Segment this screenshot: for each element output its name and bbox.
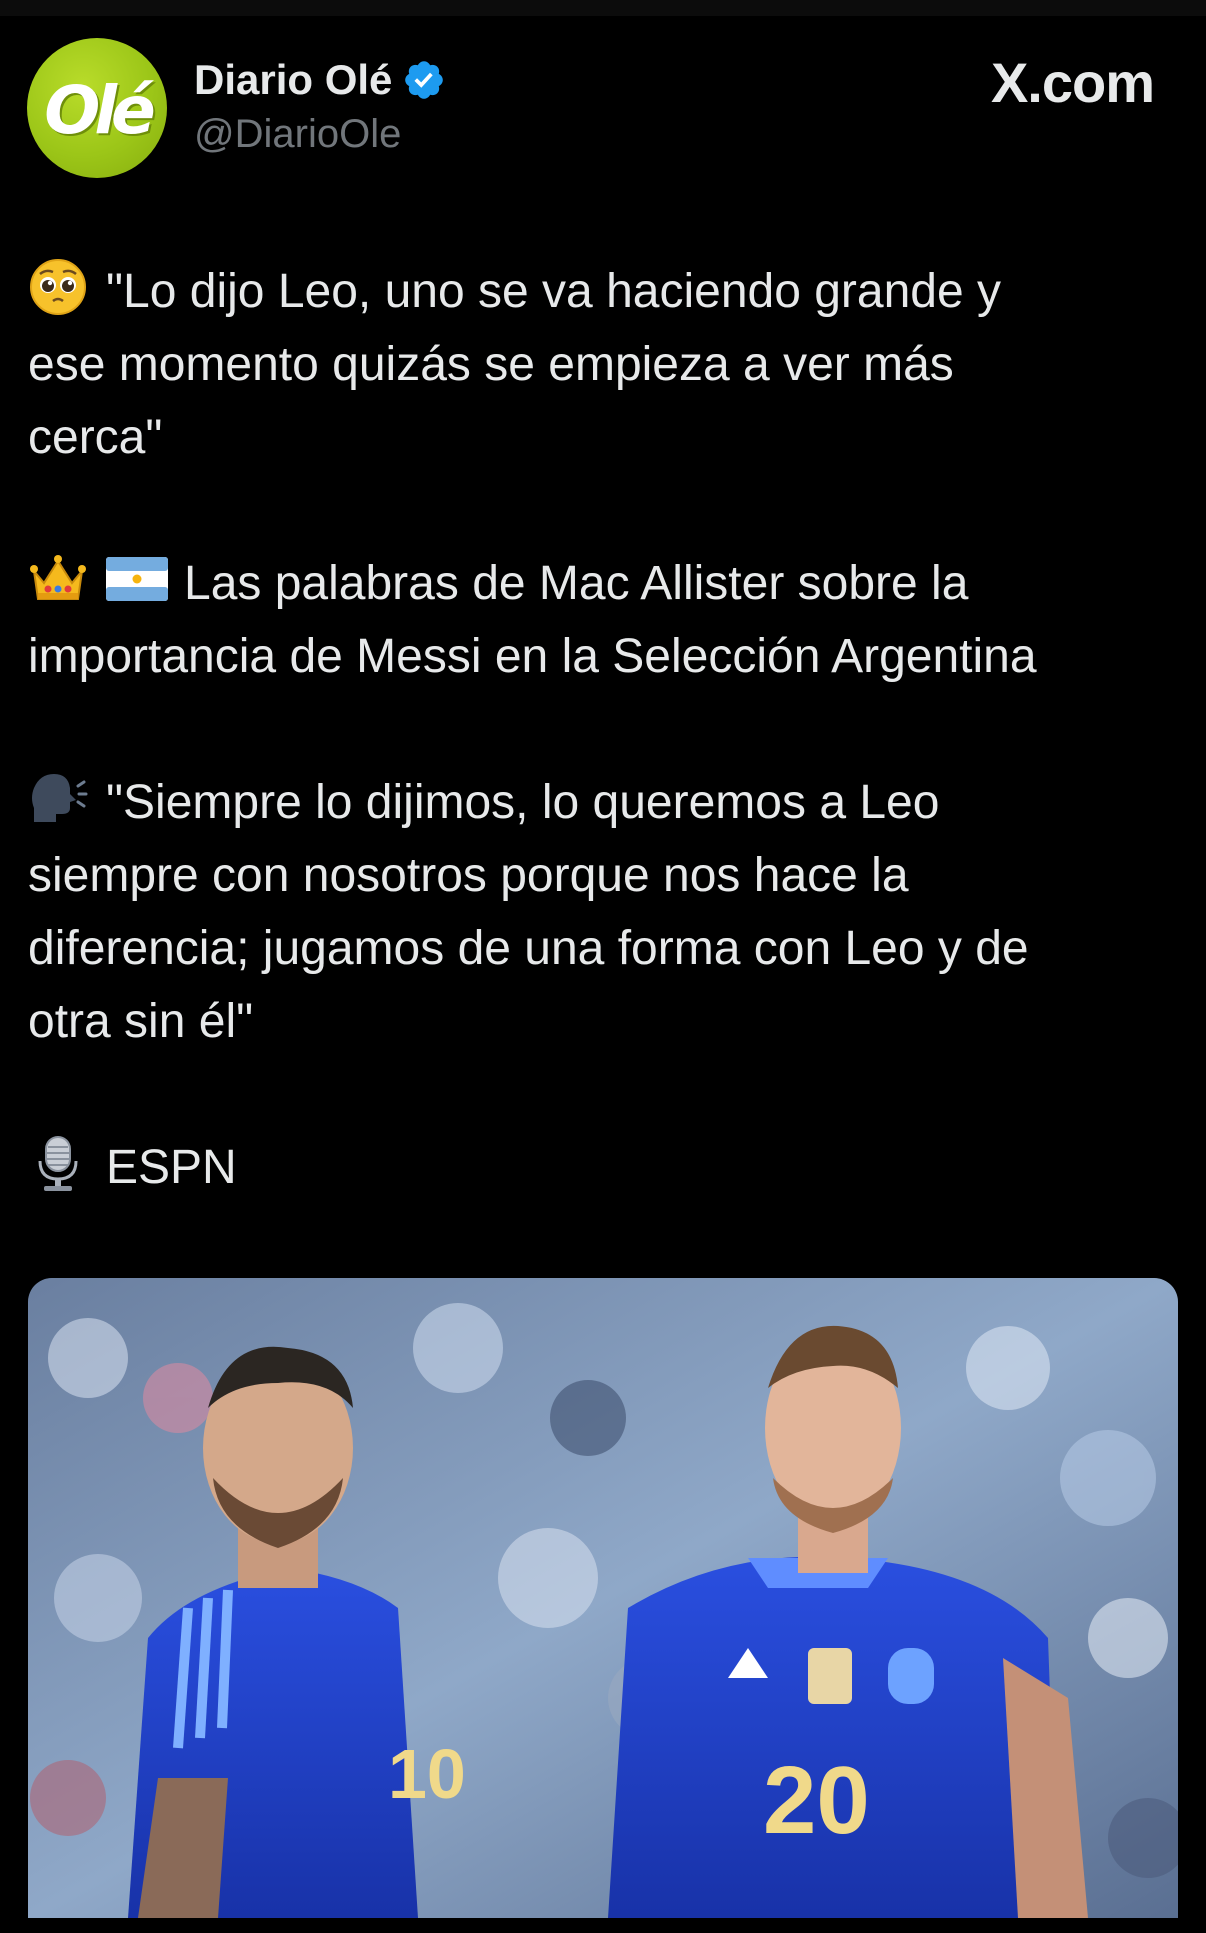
avatar-logo-text: Olé (44, 72, 156, 149)
avatar[interactable]: Olé (27, 38, 167, 178)
crown-icon (28, 549, 88, 609)
left-jersey-number: 10 (388, 1735, 466, 1813)
name-row: Diario Olé (194, 52, 446, 108)
tweet-line: otra sin él" (28, 995, 254, 1048)
tweet-line: siempre con nosotros porque nos hace la (28, 849, 909, 902)
tweet-paragraph-headline: Las palabras de Mac Allister sobre la im… (28, 547, 1178, 693)
tweet-paragraph-quote-2: "Siempre lo dijimos, lo queremos a Leo s… (28, 766, 1178, 1058)
display-name[interactable]: Diario Olé (194, 56, 392, 104)
tweet-line: "Lo dijo Leo, uno se va haciendo grande … (106, 265, 1002, 318)
tweet-text: "Lo dijo Leo, uno se va haciendo grande … (28, 255, 1178, 1204)
tweet-media-image[interactable]: 10 20 (28, 1278, 1178, 1918)
tweet-line: diferencia; jugamos de una forma con Leo… (28, 922, 1029, 975)
x-com-label: X.com (990, 51, 1155, 114)
studio-microphone-icon (28, 1133, 88, 1193)
tweet-line: "Siempre lo dijimos, lo queremos a Leo (106, 776, 940, 829)
tweet-line: importancia de Messi en la Selección Arg… (28, 630, 1037, 683)
verified-badge-icon (402, 58, 446, 102)
user-handle[interactable]: @DiarioOle (194, 112, 401, 157)
players-photo: 10 20 (28, 1278, 1178, 1918)
tweet-paragraph-quote-1: "Lo dijo Leo, uno se va haciendo grande … (28, 255, 1178, 474)
speaking-head-icon (28, 768, 88, 828)
argentina-flag-icon (106, 549, 168, 609)
right-jersey-number: 20 (763, 1747, 870, 1854)
source-label: ESPN (106, 1141, 237, 1194)
tweet-line: cerca" (28, 411, 163, 464)
tweet-line: ese momento quizás se empieza a ver más (28, 338, 954, 391)
tweet-paragraph-source: ESPN (28, 1131, 1178, 1204)
tweet-header: Olé Diario Olé @DiarioOle X.com (0, 0, 1206, 190)
pleading-face-icon (28, 257, 88, 317)
tweet-line: Las palabras de Mac Allister sobre la (184, 557, 969, 610)
